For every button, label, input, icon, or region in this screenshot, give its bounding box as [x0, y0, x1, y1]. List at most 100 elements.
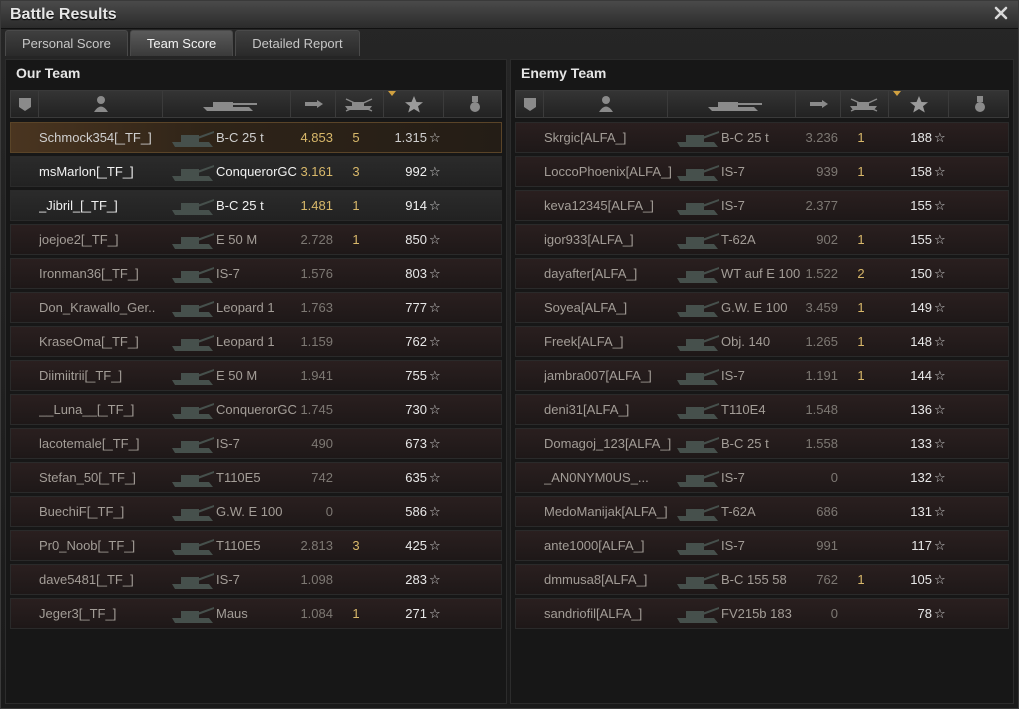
table-row[interactable]: Domagoj_123[ALFA_] B-C 25 t 1.558 133 ☆	[515, 428, 1009, 459]
star-icon: ☆	[429, 300, 441, 315]
xp-value: 133	[910, 436, 932, 451]
damage-icon[interactable]	[291, 91, 336, 117]
player-icon[interactable]	[544, 91, 668, 117]
damage-value: 1.548	[805, 402, 838, 417]
medal-icon[interactable]	[949, 91, 1009, 117]
tank-icon[interactable]	[163, 91, 291, 117]
table-row[interactable]: MedoManijak[ALFA_] T-62A 686 131 ☆	[515, 496, 1009, 527]
star-icon: ☆	[934, 368, 946, 383]
kills-value	[841, 531, 881, 560]
damage-value: 3.236	[805, 130, 838, 145]
table-row[interactable]: dmmusa8[ALFA_] B-C 155 58 762 1 105 ☆	[515, 564, 1009, 595]
tank-icon	[172, 505, 214, 521]
medal-icon[interactable]	[444, 91, 504, 117]
table-row[interactable]: _AN0NYM0US_... IS-7 0 132 ☆	[515, 462, 1009, 493]
tank-icon	[677, 505, 719, 521]
tank-icon	[172, 437, 214, 453]
star-icon: ☆	[934, 232, 946, 247]
xp-value: 730	[405, 402, 427, 417]
player-name: Don_Krawallo_Ger..	[39, 300, 156, 315]
kills-value	[841, 395, 881, 424]
star-icon: ☆	[429, 130, 441, 145]
player-name: _Jibril_[_TF_]	[39, 198, 118, 213]
table-row[interactable]: lacotemale[_TF_] IS-7 490 673 ☆	[10, 428, 502, 459]
tank-icon	[172, 165, 214, 181]
table-row[interactable]: Skrgic[ALFA_] B-C 25 t 3.236 1 188 ☆	[515, 122, 1009, 153]
tank-icon	[677, 607, 719, 623]
damage-value: 1.558	[805, 436, 838, 451]
star-icon: ☆	[934, 606, 946, 621]
table-row[interactable]: Schmock354[_TF_] B-C 25 t 4.853 5 1.315 ☆	[10, 122, 502, 153]
tank-icon	[172, 199, 214, 215]
table-row[interactable]: Freek[ALFA_] Obj. 140 1.265 1 148 ☆	[515, 326, 1009, 357]
tank-icon	[172, 301, 214, 317]
table-row[interactable]: Pr0_Noob[_TF_] T110E5 2.813 3 425 ☆	[10, 530, 502, 561]
table-row[interactable]: jambra007[ALFA_] IS-7 1.191 1 144 ☆	[515, 360, 1009, 391]
xp-value: 149	[910, 300, 932, 315]
table-row[interactable]: deni31[ALFA_] T110E4 1.548 136 ☆	[515, 394, 1009, 425]
damage-value: 0	[325, 504, 333, 519]
kills-icon[interactable]	[841, 91, 889, 117]
kills-value: 3	[352, 164, 360, 179]
kills-value	[336, 565, 376, 594]
xp-value: 271	[405, 606, 427, 621]
table-row[interactable]: Ironman36[_TF_] IS-7 1.576 803 ☆	[10, 258, 502, 289]
table-row[interactable]: sandriofil[ALFA_] FV215b 183 0 78 ☆	[515, 598, 1009, 629]
tab-team-score[interactable]: Team Score	[129, 30, 234, 56]
damage-value: 1.098	[300, 572, 333, 587]
table-row[interactable]: Jeger3[_TF_] Maus 1.084 1 271 ☆	[10, 598, 502, 629]
table-row[interactable]: Stefan_50[_TF_] T110E5 742 635 ☆	[10, 462, 502, 493]
table-row[interactable]: igor933[ALFA_] T-62A 902 1 155 ☆	[515, 224, 1009, 255]
table-row[interactable]: __Luna__[_TF_] ConquerorGC 1.745 730 ☆	[10, 394, 502, 425]
platoon-icon[interactable]	[516, 91, 544, 117]
tank-icon	[172, 471, 214, 487]
tank-thumbnail	[169, 429, 215, 458]
table-row[interactable]: joejoe2[_TF_] E 50 M 2.728 1 850 ☆	[10, 224, 502, 255]
xp-value: 850	[405, 232, 427, 247]
kills-value	[841, 497, 881, 526]
star-icon[interactable]	[889, 91, 949, 117]
damage-value: 1.481	[300, 198, 333, 213]
tab-personal-score[interactable]: Personal Score	[5, 30, 128, 56]
damage-icon[interactable]	[796, 91, 841, 117]
damage-value: 2.813	[300, 538, 333, 553]
tank-thumbnail	[169, 531, 215, 560]
kills-value	[336, 293, 376, 322]
table-row[interactable]: BuechiF[_TF_] G.W. E 100 0 586 ☆	[10, 496, 502, 527]
table-row[interactable]: dave5481[_TF_] IS-7 1.098 283 ☆	[10, 564, 502, 595]
xp-value: 144	[910, 368, 932, 383]
tank-thumbnail	[674, 531, 720, 560]
tank-icon	[677, 131, 719, 147]
table-row[interactable]: keva12345[ALFA_] IS-7 2.377 155 ☆	[515, 190, 1009, 221]
damage-value: 1.265	[805, 334, 838, 349]
table-row[interactable]: dayafter[ALFA_] WT auf E 100 1.522 2 150 ☆	[515, 258, 1009, 289]
star-icon: ☆	[934, 436, 946, 451]
star-icon[interactable]	[384, 91, 444, 117]
table-row[interactable]: LoccoPhoenix[ALFA_] IS-7 939 1 158 ☆	[515, 156, 1009, 187]
tank-thumbnail	[169, 361, 215, 390]
table-row[interactable]: Diimiitrii[_TF_] E 50 M 1.941 755 ☆	[10, 360, 502, 391]
tank-thumbnail	[674, 293, 720, 322]
table-row[interactable]: KraseOma[_TF_] Leopard 1 1.159 762 ☆	[10, 326, 502, 357]
damage-value: 686	[816, 504, 838, 519]
table-row[interactable]: msMarlon[_TF_] ConquerorGC 3.161 3 992 ☆	[10, 156, 502, 187]
player-name: Soyea[ALFA_]	[544, 300, 628, 315]
table-row[interactable]: ante1000[ALFA_] IS-7 991 117 ☆	[515, 530, 1009, 561]
table-row[interactable]: _Jibril_[_TF_] B-C 25 t 1.481 1 914 ☆	[10, 190, 502, 221]
close-icon[interactable]	[992, 4, 1010, 22]
platoon-icon[interactable]	[11, 91, 39, 117]
xp-value: 914	[405, 198, 427, 213]
table-row[interactable]: Don_Krawallo_Ger.. Leopard 1 1.763 777 ☆	[10, 292, 502, 323]
player-name: Diimiitrii[_TF_]	[39, 368, 123, 383]
player-name: Ironman36[_TF_]	[39, 266, 139, 281]
enemy-team-header	[515, 90, 1009, 118]
kills-value: 1	[857, 368, 865, 383]
kills-icon[interactable]	[336, 91, 384, 117]
damage-value: 1.191	[805, 368, 838, 383]
tab-detailed-report[interactable]: Detailed Report	[235, 30, 360, 56]
tank-icon	[677, 233, 719, 249]
tank-icon[interactable]	[668, 91, 796, 117]
table-row[interactable]: Soyea[ALFA_] G.W. E 100 3.459 1 149 ☆	[515, 292, 1009, 323]
xp-value: 155	[910, 232, 932, 247]
player-icon[interactable]	[39, 91, 163, 117]
